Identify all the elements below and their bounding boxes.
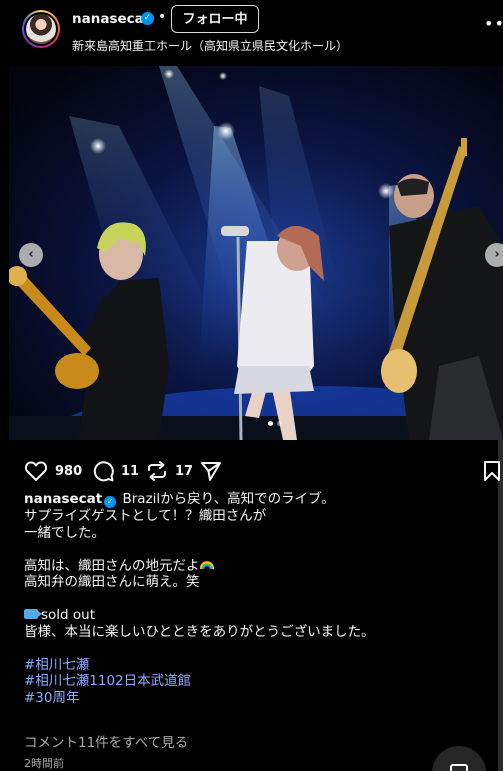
hashtag-link[interactable]: #相川七瀬1102日本武道館 xyxy=(24,673,484,690)
like-count[interactable]: 980 xyxy=(55,464,82,479)
bookmark-icon[interactable] xyxy=(483,460,501,482)
caption-text xyxy=(24,591,484,608)
verified-icon: ✓ xyxy=(141,12,154,25)
carousel-pager xyxy=(268,421,282,426)
comment-count[interactable]: 11 xyxy=(121,464,139,479)
repost-count[interactable]: 17 xyxy=(175,464,193,479)
separator-dot: • xyxy=(158,9,167,25)
comment-action[interactable]: 11 xyxy=(92,458,139,484)
post-timestamp[interactable]: 2時間前 xyxy=(24,755,64,771)
caption-text: 皆様、本当に楽しいひとときをありがとうございました。 xyxy=(24,623,375,640)
repost-action[interactable]: 17 xyxy=(146,458,193,484)
carousel-next-button[interactable]: › xyxy=(485,243,503,267)
comment-icon[interactable] xyxy=(92,460,114,482)
caption-text: 高知弁の織田さんに萌え。笑 xyxy=(24,574,200,590)
location-link[interactable]: 新来島高知重工ホール（高知県立県民文化ホール） xyxy=(72,37,348,54)
verified-icon: ✓ xyxy=(104,496,117,508)
avatar[interactable] xyxy=(22,10,60,48)
caption-line-1: nanasecat ✓ Brazilから戻り、高知でのライブ。 xyxy=(24,491,484,508)
view-all-comments-link[interactable]: コメント11件をすべて見る xyxy=(24,731,188,751)
username-link[interactable]: nanasecat xyxy=(72,11,150,27)
messages-button[interactable] xyxy=(432,746,486,771)
action-bar: 980 11 17 xyxy=(24,458,503,488)
pager-dot-active xyxy=(268,421,273,426)
more-options-icon[interactable]: ••• xyxy=(484,14,503,33)
caption-text: Brazilから戻り、高知でのライブ。 xyxy=(122,491,335,507)
caption-text xyxy=(24,640,484,657)
caption-username[interactable]: nanasecat xyxy=(24,491,102,507)
repost-icon[interactable] xyxy=(146,460,168,482)
like-action[interactable]: 980 xyxy=(24,458,82,484)
post-photo[interactable] xyxy=(9,66,503,440)
following-button[interactable]: フォロー中 xyxy=(171,5,259,33)
concert-photo xyxy=(9,66,503,440)
caption-line-rainbow: 高知は、織田さんの地元だよ xyxy=(24,558,484,575)
share-action[interactable] xyxy=(200,458,222,484)
caption-text: サプライズゲストとして！？織田さんが xyxy=(24,508,267,524)
caption-text: 高知は、織田さんの地元だよ xyxy=(24,557,200,574)
share-icon[interactable] xyxy=(200,460,222,482)
pager-dot xyxy=(277,421,282,426)
caption-line-soldout: sold out xyxy=(24,607,484,624)
avatar-image xyxy=(26,14,56,44)
heart-icon[interactable] xyxy=(24,460,48,482)
hashtag-link[interactable]: #相川七瀬 xyxy=(24,657,484,674)
caption-text: sold out xyxy=(41,607,96,623)
carousel-prev-button[interactable]: ‹ xyxy=(19,243,43,267)
message-icon xyxy=(450,764,468,771)
caption-text xyxy=(24,541,484,558)
video-camera-icon xyxy=(24,609,42,619)
post-header: nanasecat ✓ • フォロー中 新来島高知重工ホール（高知県立県民文化ホ… xyxy=(0,0,503,66)
rainbow-icon xyxy=(199,560,214,569)
caption-text: 一緒でした。 xyxy=(24,524,105,541)
post-caption: nanasecat ✓ Brazilから戻り、高知でのライブ。 サプライズゲストと… xyxy=(24,491,484,706)
hashtag-link[interactable]: #30周年 xyxy=(24,690,484,707)
save-action[interactable] xyxy=(483,458,501,484)
